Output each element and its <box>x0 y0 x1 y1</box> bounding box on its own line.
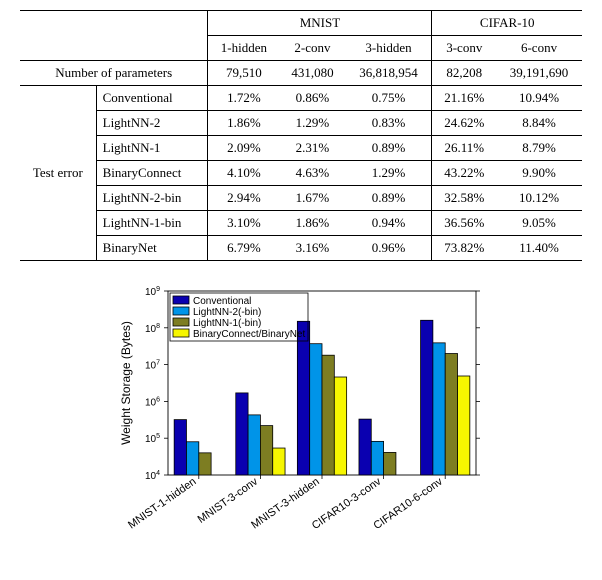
svg-text:CIFAR10-6-conv: CIFAR10-6-conv <box>371 475 445 532</box>
svg-text:MNIST-1-hidden: MNIST-1-hidden <box>126 476 198 532</box>
table-row: LightNN-2-bin 2.94% 1.67% 0.89% 32.58% 1… <box>20 186 582 211</box>
table-row: Test error Conventional 1.72% 0.86% 0.75… <box>20 86 582 111</box>
col-group-cifar: CIFAR-10 <box>432 11 582 36</box>
svg-text:104: 104 <box>145 470 160 482</box>
results-table: MNIST CIFAR-10 1-hidden 2-conv 3-hidden … <box>20 10 582 261</box>
svg-text:LightNN-1(-bin): LightNN-1(-bin) <box>193 318 261 329</box>
svg-text:BinaryConnect/BinaryNet: BinaryConnect/BinaryNet <box>193 329 305 340</box>
num-params-label: Number of parameters <box>20 61 208 86</box>
svg-text:108: 108 <box>145 323 160 335</box>
table-row: LightNN-1-bin 3.10% 1.86% 0.94% 36.56% 9… <box>20 211 582 236</box>
table-row: BinaryConnect 4.10% 4.63% 1.29% 43.22% 9… <box>20 161 582 186</box>
svg-text:LightNN-2(-bin): LightNN-2(-bin) <box>193 307 261 318</box>
test-error-label: Test error <box>20 86 96 261</box>
svg-text:MNIST-3-conv: MNIST-3-conv <box>196 475 261 525</box>
svg-text:109: 109 <box>145 286 160 298</box>
weight-storage-chart: 104 105 106 107 108 109 Weight Storage (Bytes)… <box>116 283 486 553</box>
svg-text:105: 105 <box>145 433 160 445</box>
svg-text:106: 106 <box>145 396 160 408</box>
table-row: LightNN-1 2.09% 2.31% 0.89% 26.11% 8.79% <box>20 136 582 161</box>
svg-text:Weight Storage (Bytes): Weight Storage (Bytes) <box>119 321 133 445</box>
col-group-mnist: MNIST <box>208 11 432 36</box>
table-row: LightNN-2 1.86% 1.29% 0.83% 24.62% 8.84% <box>20 111 582 136</box>
svg-text:107: 107 <box>145 360 160 372</box>
table-row: BinaryNet 6.79% 3.16% 0.96% 73.82% 11.40… <box>20 236 582 261</box>
svg-text:Conventional: Conventional <box>193 296 251 307</box>
